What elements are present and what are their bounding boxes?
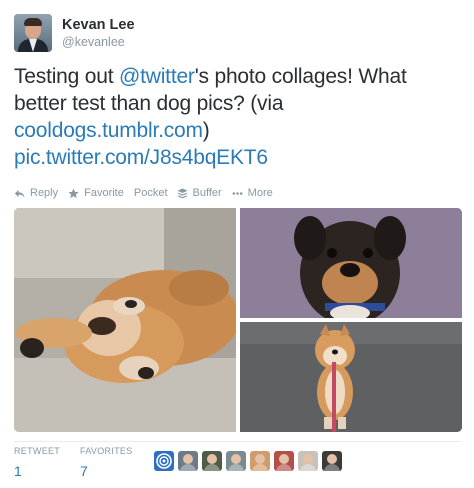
retweet-count[interactable]: 1 (14, 462, 60, 480)
buffer-icon (176, 187, 188, 198)
user-full-name[interactable]: Kevan Lee (62, 17, 135, 33)
photo-dog-purple[interactable] (240, 208, 462, 318)
shiba-image (240, 322, 462, 432)
favoriter-avatar[interactable] (178, 451, 198, 471)
pocket-button[interactable]: Pocket (134, 187, 168, 199)
more-label: More (247, 187, 273, 199)
sleeping-dog-image (14, 208, 236, 432)
favorite-stat[interactable]: FAVORITES 7 (80, 446, 133, 480)
source-link[interactable]: cooldogs.tumblr.com (14, 119, 203, 142)
user-avatar[interactable] (14, 14, 52, 52)
retweet-stat[interactable]: RETWEET 1 (14, 446, 60, 480)
reply-label: Reply (30, 187, 59, 199)
pocket-label: Pocket (133, 187, 168, 199)
tweet-header: Kevan Lee @kevanlee (14, 14, 135, 54)
swirl-icon (156, 453, 172, 469)
favorite-button[interactable]: Favorite (68, 187, 124, 199)
user-screen-name[interactable]: @kevanlee (62, 34, 135, 50)
favorite-label: Favorite (84, 187, 124, 199)
tweet-text: Testing out @twitter's photo collages! W… (14, 63, 460, 171)
dog-purple-image (240, 208, 462, 318)
favoriter-avatar[interactable] (250, 451, 270, 471)
favorite-count[interactable]: 7 (80, 462, 133, 480)
photo-shiba-leash[interactable] (240, 322, 462, 432)
user-names: Kevan Lee @kevanlee (62, 17, 135, 50)
more-button[interactable]: More (232, 187, 273, 199)
tweet-card: Kevan Lee @kevanlee Testing out @twitter… (0, 0, 474, 488)
buffer-label: Buffer (192, 187, 222, 199)
tweet-text-close: ) (202, 119, 210, 142)
ellipsis-icon (232, 191, 243, 195)
stats-divider (14, 441, 462, 442)
tweet-actions: Reply Favorite Pocket Buffer More (14, 186, 283, 200)
reply-button[interactable]: Reply (14, 187, 58, 199)
tweet-text-intro: Testing out (14, 65, 119, 88)
favoriter-avatar[interactable] (274, 451, 294, 471)
favoriter-avatar[interactable] (298, 451, 318, 471)
favoriter-avatar[interactable] (226, 451, 246, 471)
favorite-count-label: FAVORITES (80, 446, 133, 456)
star-icon (68, 187, 79, 198)
photo-collage (14, 208, 462, 432)
buffer-button[interactable]: Buffer (176, 187, 222, 199)
mention-link[interactable]: @twitter (119, 65, 195, 88)
photo-sleeping-dog[interactable] (14, 208, 236, 432)
favoriter-avatar[interactable] (202, 451, 222, 471)
favoriter-avatar[interactable] (322, 451, 342, 471)
pic-link[interactable]: pic.twitter.com/J8s4bqEKT6 (14, 146, 268, 169)
favoriter-avatar[interactable] (154, 451, 174, 471)
retweet-count-label: RETWEET (14, 446, 61, 456)
favoriter-avatars (154, 451, 346, 471)
reply-icon (14, 189, 25, 198)
